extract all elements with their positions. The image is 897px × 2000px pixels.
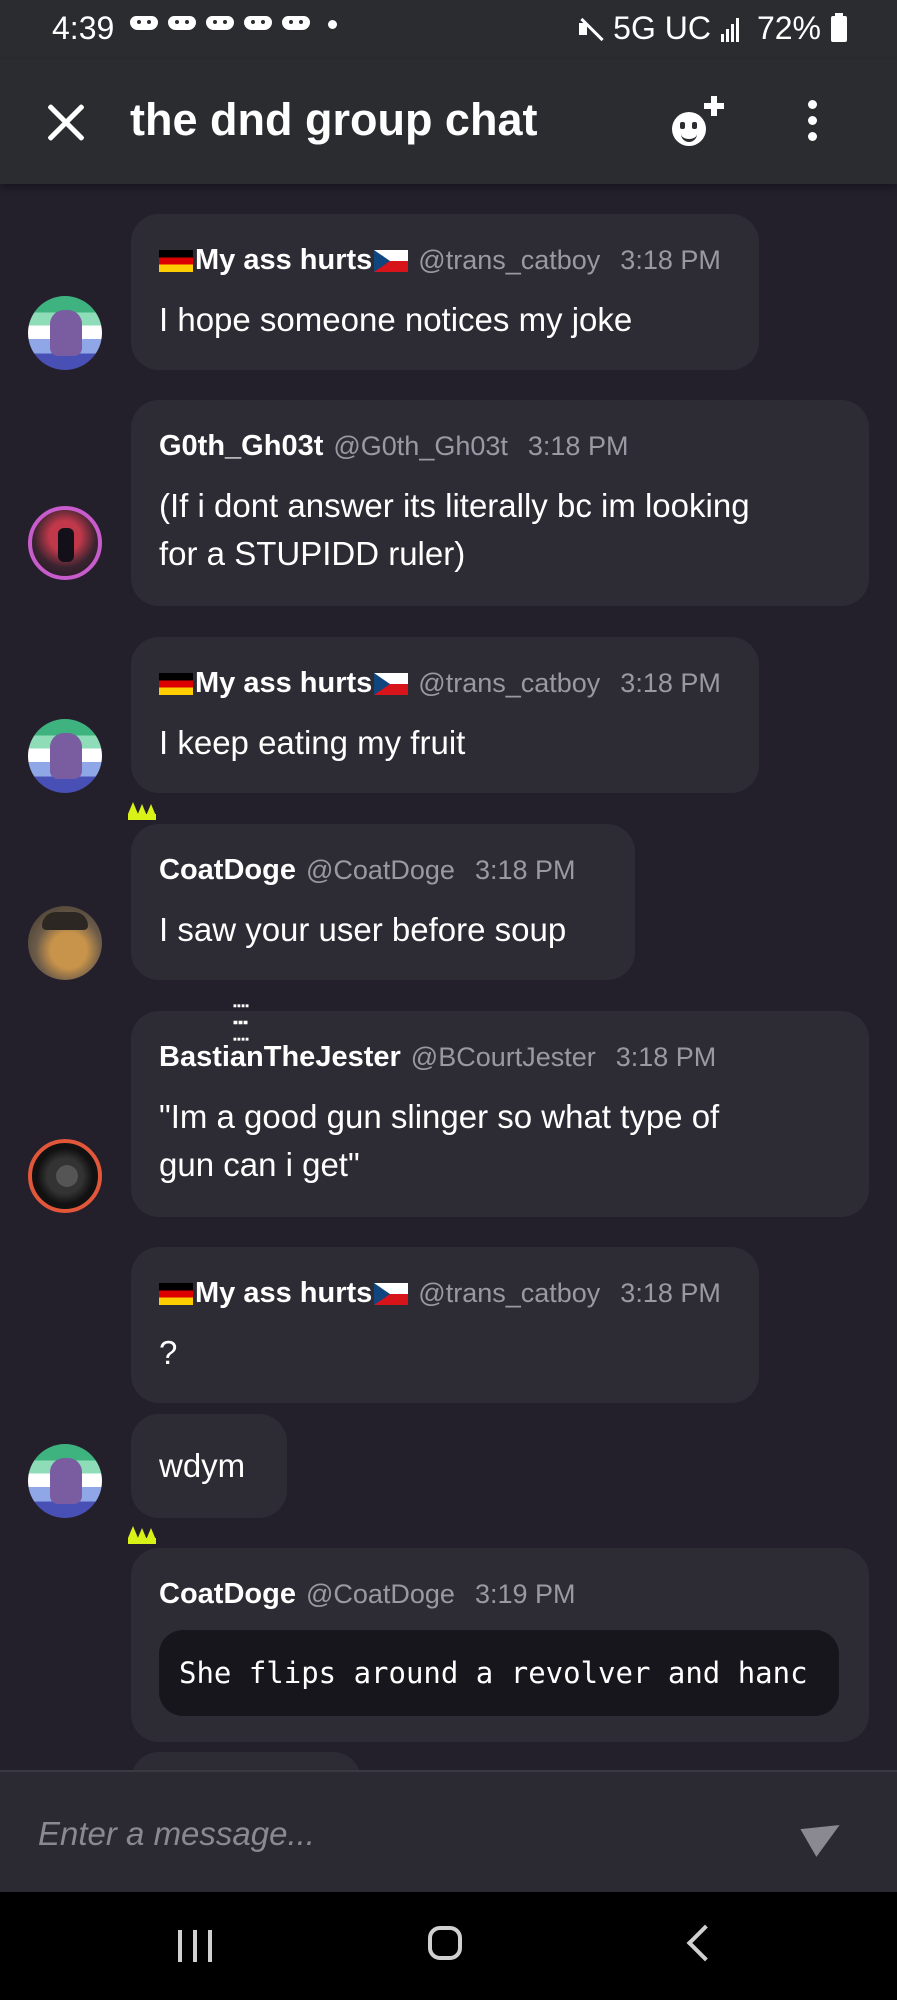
message-text-line: (If i dont answer its literally bc im lo… [159, 487, 750, 524]
message-bubble[interactable]: CoatDoge @CoatDoge 3:18 PM I saw your us… [131, 824, 635, 980]
author-name[interactable]: My ass hurts [195, 244, 372, 277]
message-bubble[interactable]: CoatDoge @CoatDoge 3:19 PM She flips aro… [131, 1548, 869, 1742]
game-controller-icon [128, 12, 160, 36]
message-bubble[interactable]: My ass hurts @trans_catboy 3:18 PM I hop… [131, 214, 759, 370]
message-text: wdym [159, 1447, 246, 1484]
message-bubble[interactable]: My ass hurts @trans_catboy 3:18 PM I kee… [131, 637, 759, 793]
author-name[interactable]: CoatDoge [159, 1578, 296, 1611]
message-time: 3:18 PM [620, 668, 721, 698]
author-handle: @trans_catboy [418, 1278, 601, 1308]
send-icon[interactable] [804, 1816, 844, 1852]
avatar[interactable] [28, 719, 102, 793]
avatar[interactable] [28, 906, 102, 980]
message-time: 3:19 PM [474, 1579, 576, 1609]
message-list[interactable]: My ass hurts @trans_catboy 3:18 PM I hop… [0, 184, 897, 1770]
author-handle: @G0th_Gh03t [333, 431, 508, 461]
chat-header: the dnd group chat [0, 60, 897, 184]
game-controller-icon [204, 12, 236, 36]
message-text: (If i dont answer its literally bc im lo… [159, 482, 750, 578]
message-bubble[interactable]: My ass hurts @trans_catboy 3:18 PM ? [131, 1247, 759, 1403]
crown-icon [128, 1526, 156, 1544]
status-right: 5G UC 72% [577, 10, 847, 47]
message-text-line: "Im a good gun slinger so what type of [159, 1098, 720, 1135]
status-time: 4:39 [52, 10, 115, 46]
avatar[interactable] [28, 296, 102, 370]
more-options-icon[interactable] [802, 100, 822, 146]
plus-icon [711, 96, 717, 116]
mute-icon [577, 16, 603, 42]
code-block[interactable]: She flips around a revolver and hanc [159, 1630, 839, 1716]
flag-czech-icon [374, 1282, 409, 1305]
flag-czech-icon [374, 249, 409, 272]
message-bubble[interactable]: G0th_Gh03t @G0th_Gh03t 3:18 PM (If i don… [131, 400, 869, 606]
avatar[interactable] [28, 1444, 102, 1518]
flag-germany-icon [159, 249, 193, 272]
message-bubble[interactable] [131, 1752, 361, 1770]
author-name[interactable]: G0th_Gh03t [159, 430, 323, 463]
game-controller-icon [242, 12, 274, 36]
system-navigation-bar [0, 1892, 897, 2000]
message-text: I saw your user before soup [159, 911, 567, 948]
avatar[interactable] [28, 506, 102, 580]
battery-percent: 72% [756, 10, 821, 46]
message-input[interactable] [36, 1798, 780, 1870]
close-icon[interactable] [44, 100, 88, 144]
home-icon[interactable] [428, 1926, 462, 1960]
message-text-line: for a STUPIDD ruler) [159, 535, 466, 572]
message-time: 3:18 PM [615, 1042, 717, 1072]
message-time: 3:18 PM [620, 1278, 721, 1308]
flag-czech-icon [374, 672, 409, 695]
status-bar: 4:39 5G UC 72% [0, 0, 897, 60]
flag-germany-icon [159, 672, 193, 695]
author-name[interactable]: BastianTheJester [159, 1041, 401, 1074]
game-controller-icon [280, 12, 312, 36]
author-name[interactable]: CoatDoge [159, 854, 296, 887]
crown-icon [128, 802, 156, 820]
author-handle: @BCourtJester [410, 1042, 596, 1072]
message-text: "Im a good gun slinger so what type of g… [159, 1093, 719, 1189]
message-bubble[interactable]: wdym [131, 1414, 287, 1518]
author-name[interactable]: My ass hurts [195, 667, 372, 700]
avatar[interactable] [28, 1139, 102, 1213]
battery-icon [831, 12, 847, 42]
network-type: 5G UC [613, 10, 711, 46]
message-bubble[interactable]: BastianTheJester @BCourtJester 3:18 PM "… [131, 1011, 869, 1217]
back-icon[interactable] [686, 1924, 724, 1962]
message-composer [0, 1770, 897, 1894]
author-handle: @trans_catboy [418, 668, 601, 698]
author-handle: @trans_catboy [418, 245, 601, 275]
message-time: 3:18 PM [474, 855, 576, 885]
message-text-line: gun can i get" [159, 1146, 360, 1183]
message-time: 3:18 PM [620, 245, 721, 275]
game-controller-icon [166, 12, 198, 36]
recent-apps-icon[interactable] [178, 1930, 212, 1962]
author-handle: @CoatDoge [305, 855, 455, 885]
message-time: 3:18 PM [527, 431, 629, 461]
notification-icons [128, 12, 337, 36]
add-member-icon[interactable] [668, 94, 728, 150]
author-handle: @CoatDoge [305, 1579, 455, 1609]
message-text: I hope someone notices my joke [159, 301, 633, 338]
signal-icon [720, 16, 747, 42]
page-title: the dnd group chat [130, 94, 538, 145]
message-text: I keep eating my fruit [159, 724, 466, 761]
smiley-icon [672, 112, 706, 146]
more-notifications-dot-icon [328, 19, 337, 29]
flag-germany-icon [159, 1282, 193, 1305]
author-name[interactable]: My ass hurts [195, 1277, 372, 1310]
message-text: ? [159, 1334, 178, 1371]
